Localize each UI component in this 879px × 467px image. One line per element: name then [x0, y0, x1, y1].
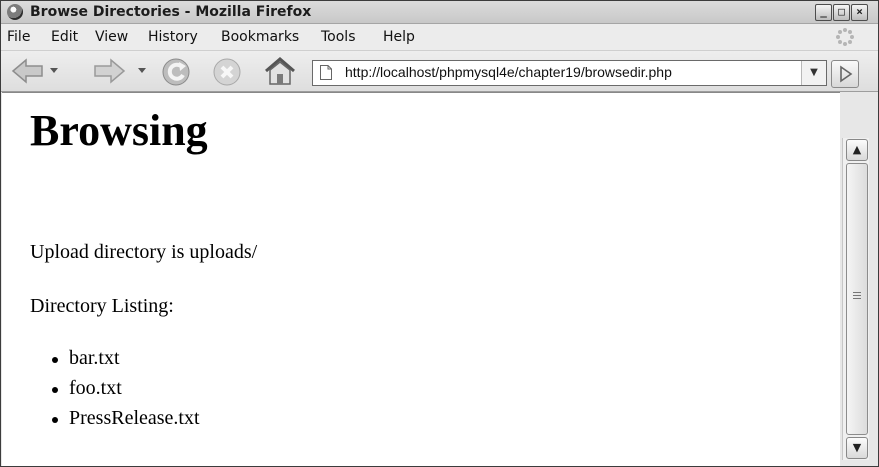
menu-file[interactable]: File — [7, 29, 30, 45]
menu-bookmarks[interactable]: Bookmarks — [221, 29, 299, 45]
home-icon[interactable] — [263, 56, 297, 86]
navigation-toolbar: http://localhost/phpmysql4e/chapter19/br… — [1, 51, 878, 92]
browser-window: Browse Directories - Mozilla Firefox _ □… — [0, 0, 879, 467]
close-button[interactable]: × — [851, 4, 868, 21]
list-item: bar.txt — [52, 347, 120, 370]
upload-directory-text: Upload directory is uploads/ — [30, 241, 258, 263]
file-name: bar.txt — [69, 347, 120, 369]
list-item: PressRelease.txt — [52, 407, 200, 430]
stop-icon[interactable] — [212, 57, 242, 87]
forward-arrow-icon[interactable] — [92, 58, 126, 84]
menu-history[interactable]: History — [148, 29, 198, 45]
bullet-icon — [52, 387, 58, 393]
menu-help[interactable]: Help — [383, 29, 415, 45]
scroll-thumb[interactable] — [846, 163, 868, 435]
bullet-icon — [52, 357, 58, 363]
grip-icon — [853, 292, 861, 293]
url-history-dropdown-icon[interactable]: ▼ — [801, 61, 826, 85]
minimize-button[interactable]: _ — [815, 4, 832, 21]
page-icon — [320, 65, 332, 80]
go-button[interactable] — [831, 60, 859, 88]
directory-listing-label: Directory Listing: — [30, 295, 174, 317]
title-bar: Browse Directories - Mozilla Firefox _ □… — [1, 1, 878, 24]
list-item: foo.txt — [52, 377, 122, 400]
firefox-icon — [7, 4, 23, 20]
page-heading: Browsing — [30, 106, 208, 155]
scroll-down-button[interactable]: ▼ — [846, 437, 868, 459]
scroll-up-button[interactable]: ▲ — [846, 139, 868, 161]
activity-throbber-icon — [836, 28, 854, 46]
back-arrow-icon[interactable] — [11, 58, 45, 84]
address-bar[interactable]: http://localhost/phpmysql4e/chapter19/br… — [312, 60, 827, 86]
file-name: PressRelease.txt — [69, 407, 200, 429]
menu-edit[interactable]: Edit — [51, 29, 78, 45]
window-title: Browse Directories - Mozilla Firefox — [30, 4, 312, 20]
page-content: Browsing Upload directory is uploads/ Di… — [2, 92, 840, 466]
reload-icon[interactable] — [161, 57, 191, 87]
menu-bar: File Edit View History Bookmarks Tools H… — [1, 24, 878, 51]
vertical-scrollbar[interactable]: ▲ ▼ — [842, 138, 869, 460]
file-name: foo.txt — [69, 377, 122, 399]
back-history-dropdown-icon[interactable] — [49, 65, 59, 75]
forward-history-dropdown-icon[interactable] — [137, 65, 147, 75]
go-arrow-icon — [840, 65, 853, 83]
menu-tools[interactable]: Tools — [321, 29, 356, 45]
menu-view[interactable]: View — [95, 29, 128, 45]
bullet-icon — [52, 417, 58, 423]
url-text[interactable]: http://localhost/phpmysql4e/chapter19/br… — [345, 64, 672, 80]
maximize-button[interactable]: □ — [833, 4, 850, 21]
